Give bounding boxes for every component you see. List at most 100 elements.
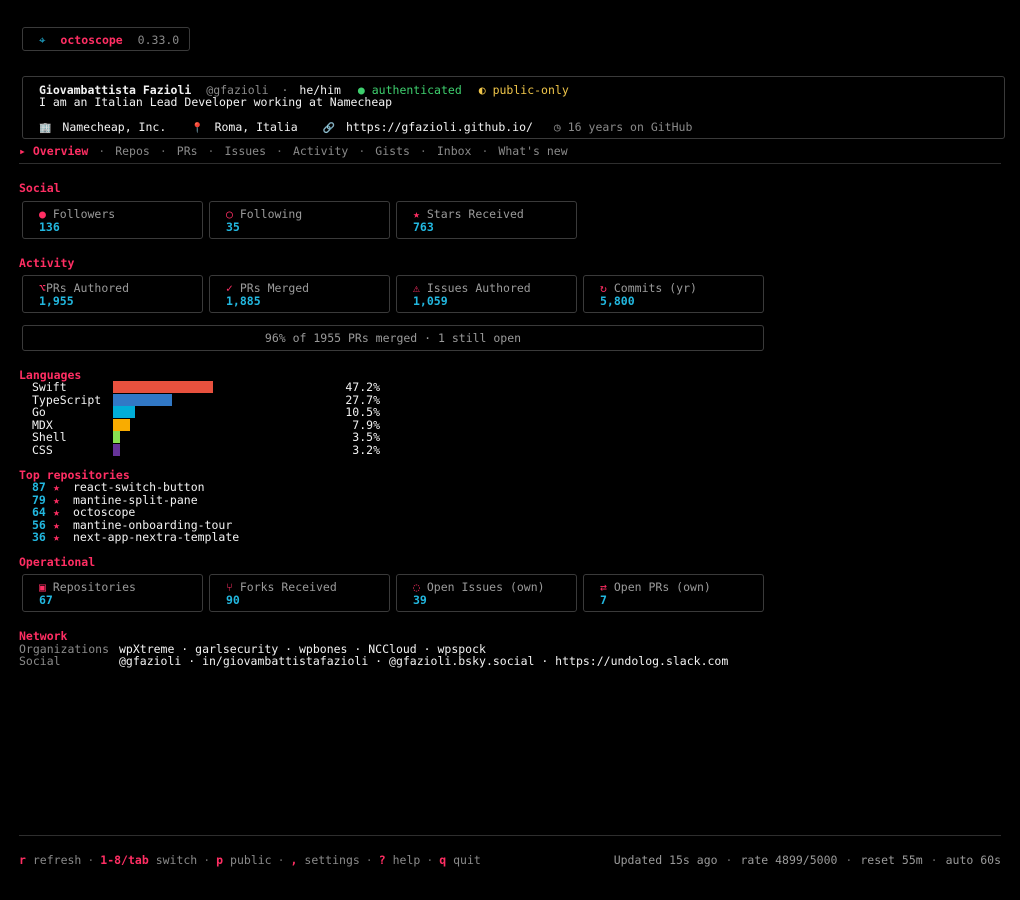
updated-status: Updated 15s ago bbox=[613, 853, 718, 867]
shortcut-label: quit bbox=[453, 853, 481, 867]
language-name: Swift bbox=[32, 380, 67, 394]
half-circle-icon: ◐ bbox=[478, 83, 486, 97]
stat-value: 1,955 bbox=[39, 294, 74, 308]
stat-value: 1,059 bbox=[413, 294, 448, 308]
stat-followers: ● Followers 136 bbox=[22, 201, 203, 239]
tab-inbox[interactable]: Inbox bbox=[437, 144, 472, 158]
star-icon: ★ bbox=[53, 480, 60, 494]
language-bar bbox=[113, 393, 172, 406]
app-name: octoscope bbox=[60, 33, 123, 47]
stat-value: 67 bbox=[39, 593, 53, 607]
section-activity-title: Activity bbox=[19, 256, 75, 270]
profile-age: 16 years on GitHub bbox=[567, 120, 693, 134]
tab-separator: · bbox=[159, 144, 167, 158]
repo-list-item[interactable]: 36 ★ next-app-nextra-template bbox=[32, 531, 239, 544]
separator: · bbox=[930, 853, 938, 867]
separator: · bbox=[87, 853, 95, 867]
stat-value: 5,800 bbox=[600, 294, 635, 308]
tab-gists[interactable]: Gists bbox=[375, 144, 410, 158]
stat-value: 1,885 bbox=[226, 294, 261, 308]
shortcut-label: public bbox=[230, 853, 272, 867]
stat-commits-year: ↻ Commits (yr) 5,800 bbox=[583, 275, 764, 313]
status-bar: Updated 15s ago · rate 4899/5000 · reset 55m… bbox=[614, 854, 1001, 867]
issue-icon: ◌ bbox=[413, 580, 420, 594]
stat-label: Repositories bbox=[52, 580, 136, 594]
shortcut-key[interactable]: , bbox=[291, 853, 298, 867]
profile-website[interactable]: https://gfazioli.github.io/ bbox=[346, 120, 533, 134]
keyboard-shortcuts: r refresh · 1-8/tab switch · p public ·, sett… bbox=[19, 854, 481, 867]
repo-star-count: 64 bbox=[32, 505, 46, 519]
building-icon: 🏢 bbox=[39, 123, 52, 134]
repo-icon: ▣ bbox=[39, 580, 46, 594]
pin-icon: 📍 bbox=[191, 123, 204, 134]
language-bar bbox=[113, 431, 120, 443]
active-tab-marker-icon: ▸ bbox=[19, 144, 26, 158]
network-social-links: @gfazioli · in/giovambattistafazioli · @… bbox=[119, 654, 729, 668]
stat-prs-merged: ✓ PRs Merged 1,885 bbox=[209, 275, 390, 313]
stat-value: 136 bbox=[39, 220, 60, 234]
fork-icon: ⑂ bbox=[226, 580, 233, 594]
language-name: Shell bbox=[32, 430, 67, 444]
stat-open-prs: ⇄ Open PRs (own) 7 bbox=[583, 574, 764, 612]
swap-arrows-icon: ⇄ bbox=[600, 580, 607, 594]
star-icon: ★ bbox=[413, 207, 420, 221]
language-percent: 3.5% bbox=[352, 430, 380, 444]
pull-request-icon: ⌥ bbox=[39, 281, 46, 295]
merge-summary-bar: 96% of 1955 PRs merged · 1 still open bbox=[22, 325, 764, 351]
stat-value: 7 bbox=[600, 593, 607, 607]
tab-separator: · bbox=[276, 144, 283, 158]
stat-label: Open PRs (own) bbox=[613, 580, 711, 594]
footer-divider bbox=[19, 835, 1001, 836]
shortcut-label: refresh bbox=[32, 853, 82, 867]
rate-limit-status: rate 4899/5000 bbox=[740, 853, 838, 867]
network-social-row: Social @gfazioli · in/giovambattistafazio… bbox=[19, 655, 728, 668]
stat-value: 39 bbox=[413, 593, 427, 607]
tab-issues[interactable]: Issues bbox=[224, 144, 266, 158]
app-badge: ⌖ octoscope 0.33.0 bbox=[22, 27, 190, 51]
star-icon: ★ bbox=[53, 530, 60, 544]
stat-value: 35 bbox=[226, 220, 240, 234]
stat-label: Open Issues (own) bbox=[426, 580, 545, 594]
tab-divider bbox=[19, 163, 1001, 164]
hollow-circle-icon: ○ bbox=[226, 207, 233, 221]
stat-open-issues: ◌ Open Issues (own) 39 bbox=[396, 574, 577, 612]
refresh-icon: ↻ bbox=[600, 281, 607, 295]
language-bar bbox=[113, 381, 213, 393]
check-icon: ✓ bbox=[226, 281, 233, 295]
network-row-label: Social bbox=[19, 654, 61, 668]
stat-label: Forks Received bbox=[239, 580, 337, 594]
shortcut-key[interactable]: p bbox=[216, 853, 223, 867]
repo-star-count: 87 bbox=[32, 480, 46, 494]
language-bar bbox=[113, 406, 135, 418]
tab-repos[interactable]: Repos bbox=[115, 144, 150, 158]
tab-separator: · bbox=[207, 144, 215, 158]
filled-circle-icon: ● bbox=[39, 207, 46, 221]
shortcut-key[interactable]: r bbox=[19, 853, 26, 867]
stat-forks-received: ⑂ Forks Received 90 bbox=[209, 574, 390, 612]
stat-label: Followers bbox=[52, 207, 116, 221]
star-icon: ★ bbox=[53, 505, 60, 519]
tab-separator: · bbox=[98, 144, 106, 158]
shortcut-label: help bbox=[392, 853, 421, 867]
merge-summary-text: 96% of 1955 PRs merged · 1 still open bbox=[264, 331, 522, 345]
language-name: CSS bbox=[32, 442, 53, 457]
shortcut-label: settings bbox=[304, 853, 360, 867]
tab-activity[interactable]: Activity bbox=[293, 144, 348, 158]
shortcut-key[interactable]: 1-8/tab bbox=[100, 853, 148, 867]
scope-status: public-only bbox=[492, 83, 569, 97]
tab-whats-new[interactable]: What's new bbox=[498, 144, 567, 158]
shortcut-key[interactable]: ? bbox=[379, 853, 386, 867]
tab-overview[interactable]: Overview bbox=[33, 144, 88, 158]
tab-bar: ▸ Overview · Repos · PRs · Issues · Activity · Gis… bbox=[19, 145, 568, 158]
shortcut-key[interactable]: q bbox=[439, 853, 446, 867]
separator: · bbox=[845, 853, 853, 867]
separator: · bbox=[277, 853, 285, 867]
language-name: Go bbox=[32, 405, 46, 419]
profile-location: Roma, Italia bbox=[214, 120, 298, 134]
tab-prs[interactable]: PRs bbox=[177, 144, 198, 158]
stat-label: Issues Authored bbox=[426, 281, 531, 295]
stat-value: 90 bbox=[226, 593, 240, 607]
tab-separator: · bbox=[419, 144, 427, 158]
octoscope-logo-icon: ⌖ bbox=[39, 33, 46, 47]
stat-label: Commits (yr) bbox=[613, 281, 697, 295]
